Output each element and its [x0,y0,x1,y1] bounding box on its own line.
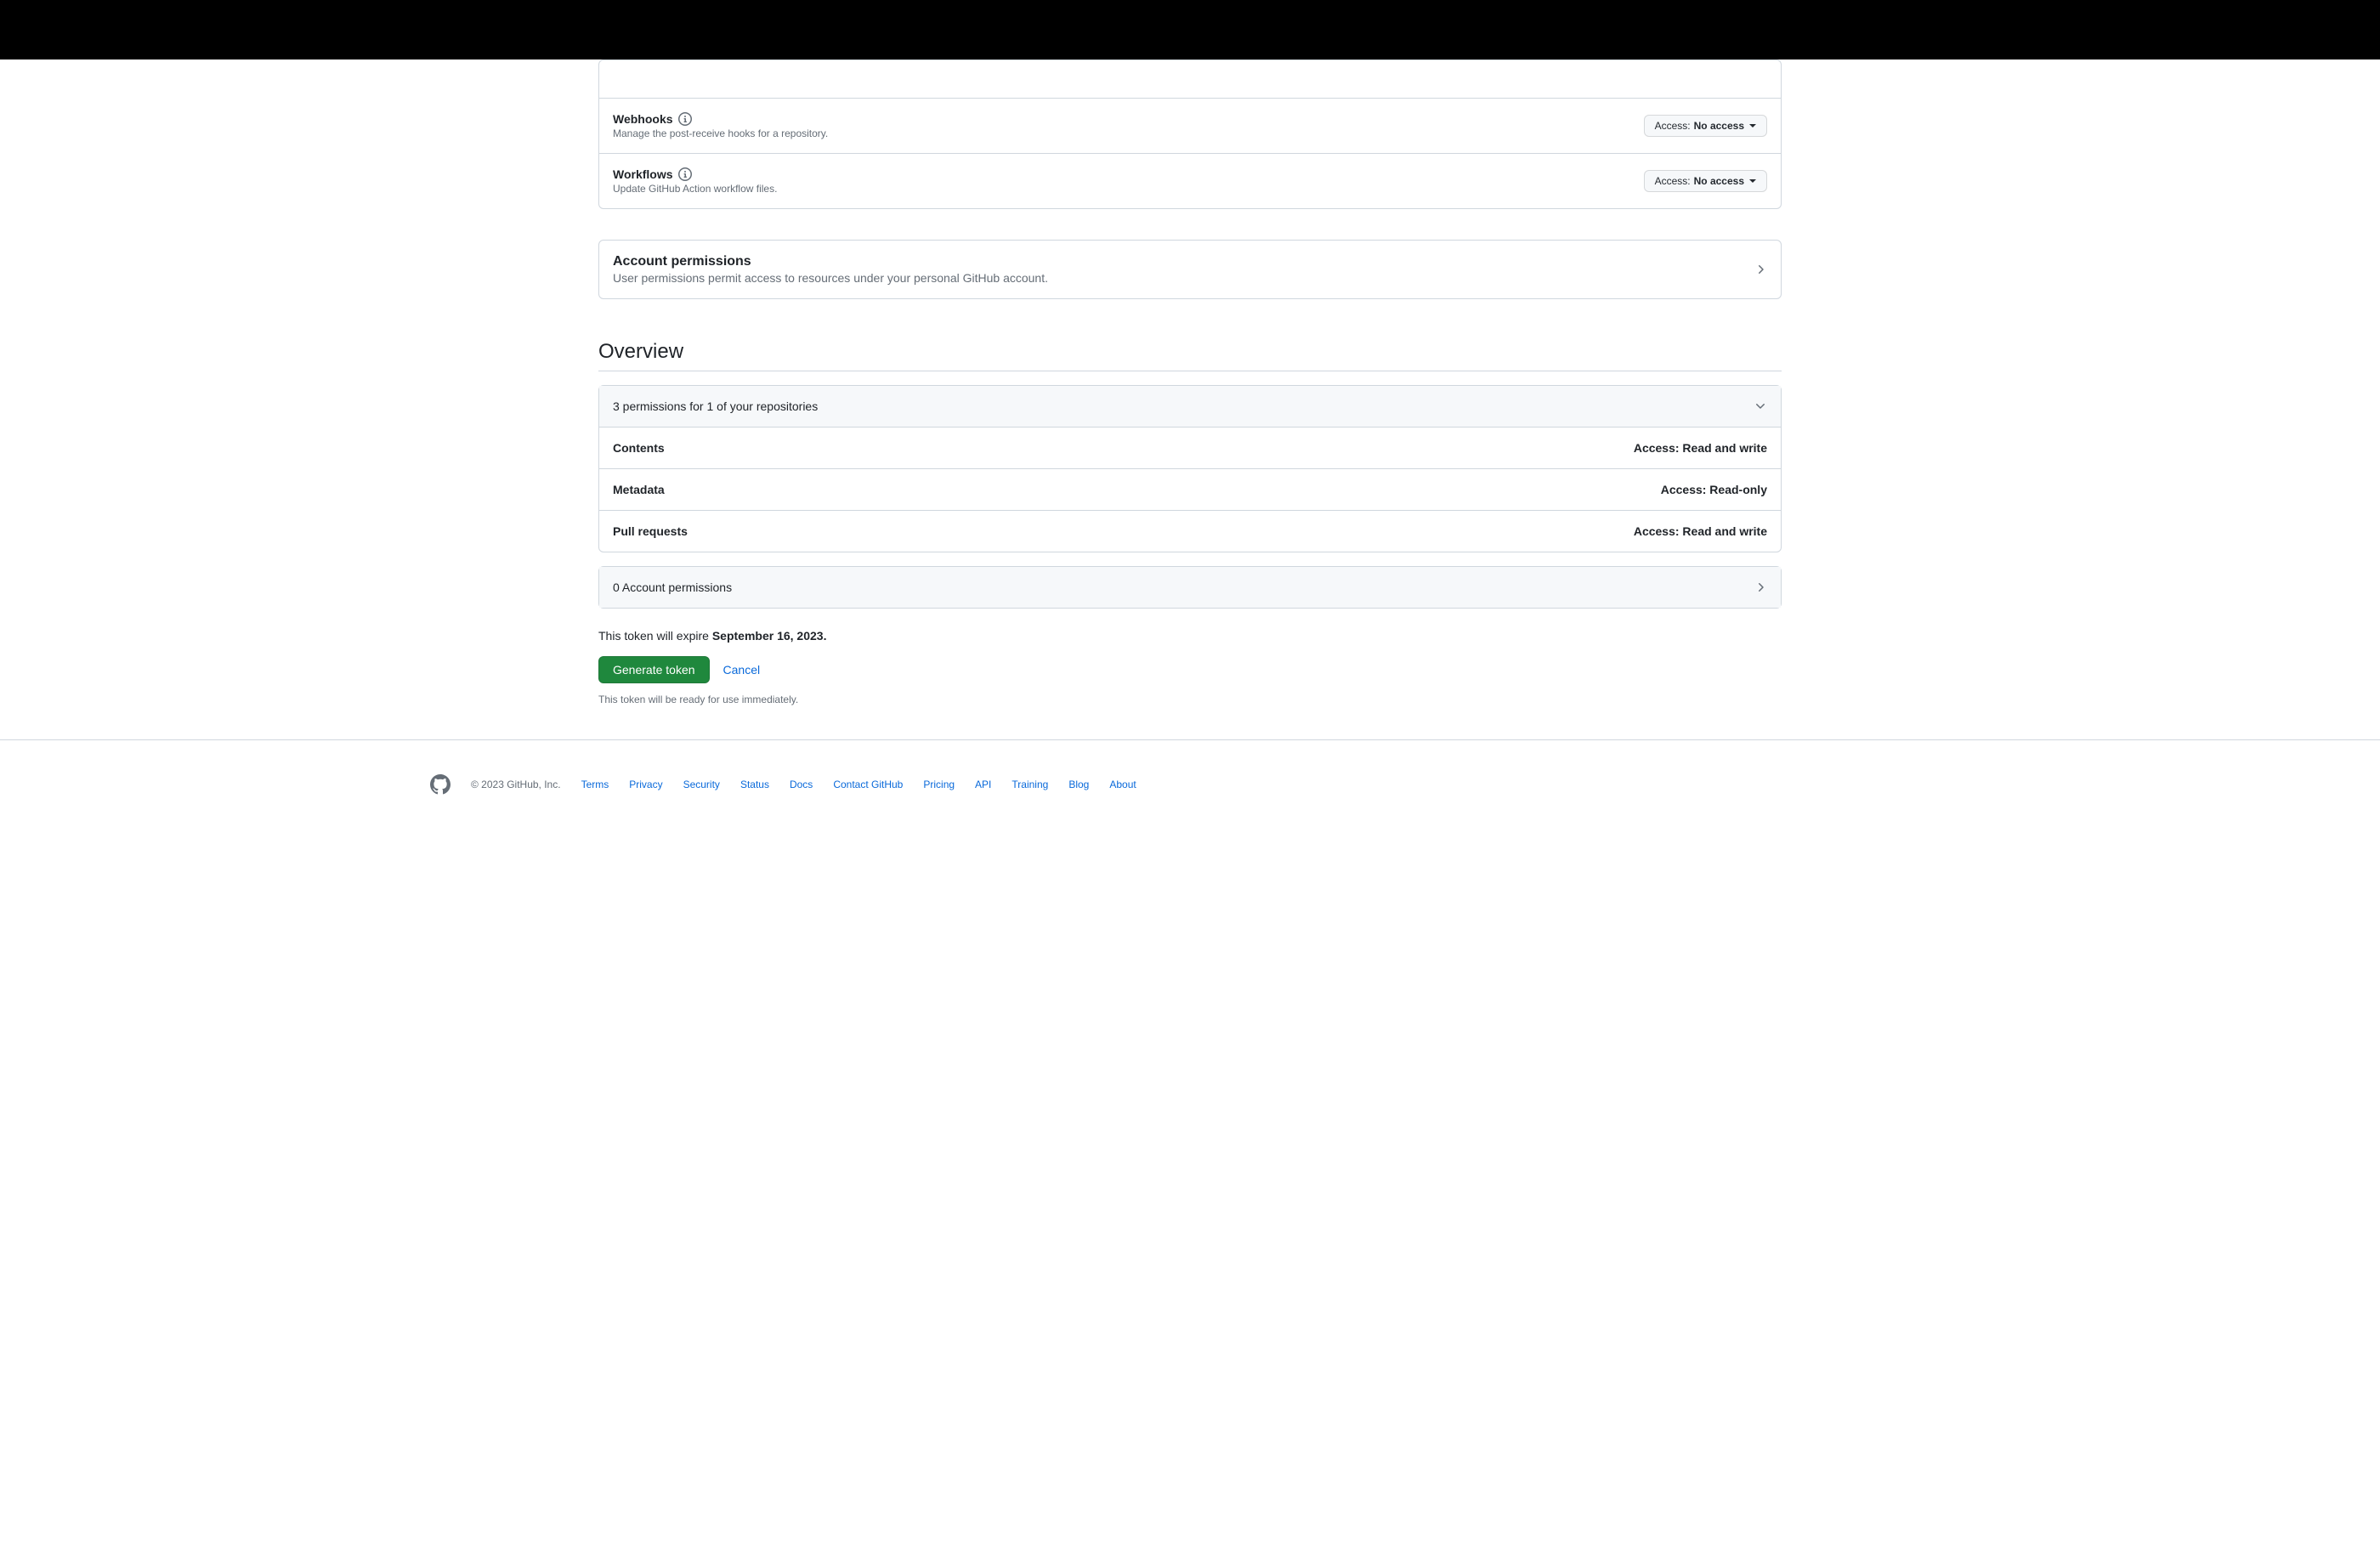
footer-links: Terms Privacy Security Status Docs Conta… [581,779,1136,790]
access-value: No access [1694,120,1744,132]
overview-item-pullrequests: Pull requests Access: Read and write [599,510,1781,552]
permission-row-cutoff [599,60,1781,98]
overview-item-access: Access: Read and write [1634,524,1767,538]
overview-heading: Overview [598,340,1782,371]
expiration-prefix: This token will expire [598,629,712,643]
expiration-text: This token will expire September 16, 202… [598,629,1782,643]
overview-item-name: Metadata [613,483,665,496]
overview-item-access: Access: Read and write [1634,441,1767,455]
footer: © 2023 GitHub, Inc. Terms Privacy Securi… [416,740,1964,829]
chevron-right-icon [1754,580,1767,594]
permission-title: Workflows [613,167,673,181]
caret-down-icon [1749,179,1756,183]
permission-desc: Update GitHub Action workflow files. [613,183,777,195]
footer-link-privacy[interactable]: Privacy [629,779,662,790]
footer-link-contact[interactable]: Contact GitHub [833,779,903,790]
top-bar [0,0,2380,59]
footer-link-security[interactable]: Security [683,779,720,790]
access-label: Access: [1655,120,1691,132]
access-dropdown-workflows[interactable]: Access: No access [1644,170,1767,192]
chevron-right-icon [1754,263,1767,276]
footer-link-api[interactable]: API [975,779,991,790]
form-actions: Generate token Cancel [598,656,1782,683]
main-container: Webhooks Manage the post-receive hooks f… [585,59,1795,705]
access-value: No access [1694,175,1744,187]
info-icon[interactable] [678,112,692,126]
overview-item-metadata: Metadata Access: Read-only [599,468,1781,510]
overview-item-name: Contents [613,441,665,455]
repo-permissions-toggle[interactable]: 3 permissions for 1 of your repositories [599,386,1781,427]
permission-title: Webhooks [613,112,673,126]
overview-item-contents: Contents Access: Read and write [599,427,1781,468]
chevron-down-icon [1754,399,1767,413]
cancel-link[interactable]: Cancel [723,663,761,677]
overview-repo-permissions: 3 permissions for 1 of your repositories… [598,385,1782,552]
permission-row-webhooks: Webhooks Manage the post-receive hooks f… [599,98,1781,153]
overview-item-name: Pull requests [613,524,688,538]
github-logo-icon[interactable] [430,774,450,795]
immediate-note: This token will be ready for use immedia… [598,694,1782,705]
overview-account-permissions: 0 Account permissions [598,566,1782,609]
account-permissions-section: Account permissions User permissions per… [598,240,1782,299]
repo-permissions-box: Webhooks Manage the post-receive hooks f… [598,59,1782,209]
info-icon[interactable] [678,167,692,181]
account-permissions-overview-text: 0 Account permissions [613,580,732,594]
generate-token-button[interactable]: Generate token [598,656,710,683]
footer-link-about[interactable]: About [1109,779,1136,790]
footer-link-docs[interactable]: Docs [790,779,813,790]
section-desc: User permissions permit access to resour… [613,271,1048,285]
footer-link-blog[interactable]: Blog [1068,779,1089,790]
account-permissions-toggle[interactable]: Account permissions User permissions per… [599,241,1781,298]
section-title: Account permissions [613,254,751,269]
repo-permissions-header-text: 3 permissions for 1 of your repositories [613,399,818,413]
account-permissions-overview-toggle[interactable]: 0 Account permissions [599,567,1781,608]
caret-down-icon [1749,124,1756,127]
footer-link-terms[interactable]: Terms [581,779,609,790]
copyright-text: © 2023 GitHub, Inc. [471,779,561,790]
footer-link-training[interactable]: Training [1012,779,1048,790]
footer-link-status[interactable]: Status [740,779,769,790]
access-label: Access: [1655,175,1691,187]
permission-row-workflows: Workflows Update GitHub Action workflow … [599,153,1781,208]
overview-item-access: Access: Read-only [1661,483,1767,496]
permission-desc: Manage the post-receive hooks for a repo… [613,127,828,139]
footer-link-pricing[interactable]: Pricing [923,779,955,790]
expiration-date: September 16, 2023. [712,629,827,643]
access-dropdown-webhooks[interactable]: Access: No access [1644,115,1767,137]
